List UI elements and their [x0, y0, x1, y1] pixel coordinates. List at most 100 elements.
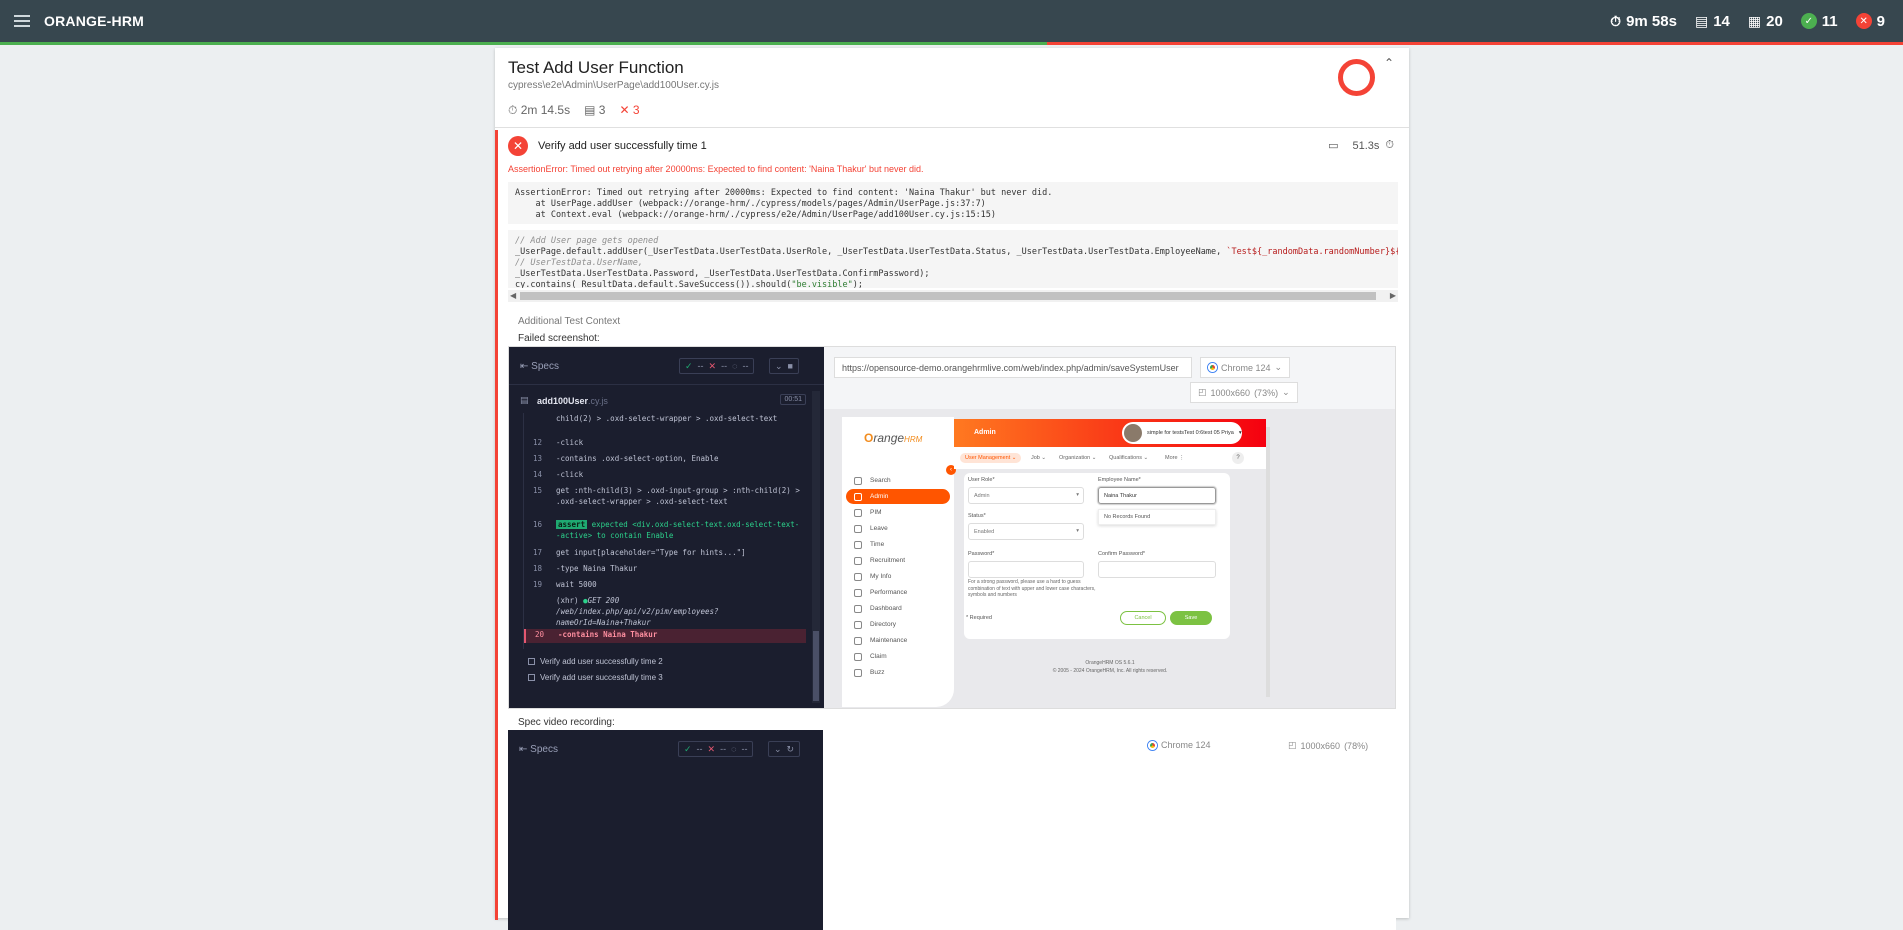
- specs-label: ⇤ Specs: [519, 744, 558, 755]
- sidebar-item-pim[interactable]: PIM: [846, 505, 950, 520]
- sidebar-item-recruitment[interactable]: Recruitment: [846, 553, 950, 568]
- chevron-up-icon[interactable]: ⌃: [1384, 56, 1394, 70]
- orangehrm-tabs: User Management ⌄ Job ⌄ Organization ⌄ Q…: [954, 447, 1266, 469]
- sidebar-item-dashboard[interactable]: Dashboard: [846, 601, 950, 616]
- tab-user-management[interactable]: User Management ⌄: [960, 453, 1022, 463]
- runner-controls[interactable]: ⌄ ■: [769, 358, 799, 374]
- add-user-form: User Role* Admin ▾ Employee Name* Naina T…: [964, 473, 1230, 639]
- caret-down-icon: ▾: [1076, 492, 1079, 498]
- check-icon: ✓: [685, 360, 693, 371]
- tab-qualifications[interactable]: Qualifications ⌄: [1104, 453, 1153, 463]
- reload-icon[interactable]: ↻: [787, 744, 795, 755]
- test-duration: ▭ 51.3s ⏱: [1328, 139, 1394, 152]
- password-input[interactable]: [968, 561, 1084, 578]
- suites-icon: ▤: [1694, 12, 1709, 29]
- runner-controls[interactable]: ⌄ ↻: [768, 741, 801, 757]
- specs-icon: ⇤: [520, 361, 529, 372]
- sidebar-item-admin[interactable]: Admin: [846, 489, 950, 504]
- orangehrm-footer: OrangeHRM OS 5.6.1 © 2005 - 2024 OrangeHR…: [1052, 660, 1168, 674]
- browser-selector[interactable]: Chrome 124 ⌄: [1200, 357, 1291, 378]
- tab-more[interactable]: More ⋮: [1160, 453, 1190, 463]
- user-dropdown[interactable]: simple for testsTest 0:6test 05 Priya ▾: [1122, 422, 1242, 444]
- save-button[interactable]: Save: [1170, 611, 1212, 625]
- sidebar-item-buzz[interactable]: Buzz: [846, 665, 950, 680]
- video-viewport: ◰ 1000x660 (78%): [1288, 740, 1369, 751]
- orangehrm-sidebar: OrangeHRM Search Admin PIM Leave Time Recruit…: [842, 417, 954, 707]
- spec-row[interactable]: ▤ add100User.cy.js 00:51: [509, 391, 814, 411]
- app-under-test-panel: https://opensource-demo.orangehrmlive.co…: [824, 347, 1395, 708]
- stat-suites[interactable]: ▤ 14: [1695, 13, 1730, 30]
- file-icon: ▤: [520, 395, 529, 405]
- stat-duration[interactable]: ⏱ 9m 58s: [1610, 13, 1677, 30]
- suite-file-path: cypress\e2e\Admin\UserPage\add100User.cy…: [508, 80, 720, 91]
- chevron-down-icon: ⌄: [1282, 387, 1290, 397]
- sidebar-item-maintenance[interactable]: Maintenance: [846, 633, 950, 648]
- aut-viewport: OrangeHRM Search Admin PIM Leave Time Recruit…: [824, 409, 1395, 708]
- menu-icon[interactable]: [14, 15, 30, 27]
- sidebar-item-time[interactable]: Time: [846, 537, 950, 552]
- confirm-password-input[interactable]: [1098, 561, 1216, 578]
- chevron-down-icon[interactable]: ⌄: [774, 744, 782, 755]
- command-log-scrollbar[interactable]: [812, 391, 820, 703]
- command-assert[interactable]: 16 assert expected <div.oxd-select-text.…: [524, 519, 806, 543]
- spec-video[interactable]: ⇤ Specs ✓ -- ✕ -- ◌ -- ⌄ ↻ Chrome 124 ◰ 1000x…: [508, 730, 1396, 930]
- fail-icon: ✕: [707, 743, 716, 754]
- test-code: // Add User page gets opened _UserPage.de…: [508, 230, 1398, 288]
- runner-counts: ✓ -- ✕ -- ◌ --: [678, 741, 754, 757]
- failed-screenshot[interactable]: ⇤ Specs ✓ -- ✕ -- ◌ -- ⌄ ■ ▤ add100User.cy.…: [508, 346, 1396, 709]
- sidebar-item-search[interactable]: Search: [846, 473, 950, 488]
- screenshot-label: Failed screenshot:: [518, 333, 600, 344]
- pass-fail-progress-bar: [0, 42, 1903, 45]
- help-icon[interactable]: ?: [1232, 452, 1244, 464]
- video-browser: Chrome 124: [1148, 740, 1211, 750]
- tab-organization[interactable]: Organization ⌄: [1054, 453, 1101, 463]
- required-note: * Required: [966, 615, 992, 621]
- command-failed[interactable]: 20 -contains Naina Thakur: [524, 629, 806, 643]
- sidebar-item-performance[interactable]: Performance: [846, 585, 950, 600]
- cypress-runner-panel: ⇤ Specs ✓ -- ✕ -- ◌ -- ⌄ ■ ▤ add100User.cy.…: [509, 347, 824, 708]
- aut-scrollbar[interactable]: [1266, 427, 1270, 697]
- stopwatch-icon: ⏱: [1385, 139, 1394, 151]
- tests-icon: ▤: [584, 103, 596, 117]
- scroll-right-icon[interactable]: ▶: [1390, 291, 1396, 300]
- stopwatch-icon: ⏱: [1610, 12, 1622, 29]
- suite-header: Test Add User Function cypress\e2e\Admin…: [495, 48, 1409, 128]
- tab-job[interactable]: Job ⌄: [1026, 453, 1051, 463]
- scrollbar-thumb[interactable]: [520, 292, 1376, 300]
- sidebar-item-leave[interactable]: Leave: [846, 521, 950, 536]
- test-title: Verify add user successfully time 1: [538, 140, 707, 152]
- stat-tests[interactable]: ▦ 20: [1748, 13, 1783, 30]
- suite-meta: ⏱ 2m 14.5s ▤ 3 ✕ 3: [508, 103, 640, 118]
- user-role-select[interactable]: Admin ▾: [968, 487, 1084, 504]
- status-select[interactable]: Enabled ▾: [968, 523, 1084, 540]
- stat-passed[interactable]: ✓ 11: [1800, 13, 1838, 30]
- test-header[interactable]: ✕ Verify add user successfully time 1 ▭ …: [508, 136, 1398, 158]
- suite-result-donut: [1338, 59, 1375, 96]
- code-horizontal-scrollbar[interactable]: ◀ ▶: [508, 290, 1398, 302]
- employee-name-input[interactable]: Naina Thakur: [1098, 487, 1216, 504]
- chevron-down-icon: ▾: [1238, 430, 1242, 436]
- chrome-icon: [1208, 363, 1217, 372]
- fail-icon: ✕: [619, 103, 630, 117]
- other-test-item[interactable]: Verify add user successfully time 2: [528, 657, 663, 666]
- sidebar-item-claim[interactable]: Claim: [846, 649, 950, 664]
- stop-icon[interactable]: ■: [788, 361, 793, 371]
- scroll-left-icon[interactable]: ◀: [510, 291, 516, 300]
- command-xhr[interactable]: (xhr) ●GET 200/web/index.php/api/v2/pim/…: [524, 595, 806, 627]
- pending-icon: ◌: [731, 744, 737, 754]
- fail-icon: ✕: [1855, 13, 1872, 29]
- comment-icon[interactable]: ▭: [1328, 139, 1338, 152]
- recruitment-icon: [854, 556, 862, 565]
- check-icon: ✓: [1800, 13, 1817, 29]
- other-test-item[interactable]: Verify add user successfully time 3: [528, 673, 663, 682]
- chevron-down-icon[interactable]: ⌄: [775, 361, 783, 372]
- cancel-button[interactable]: Cancel: [1120, 611, 1166, 625]
- stat-failed[interactable]: ✕ 9: [1855, 13, 1885, 30]
- error-message: AssertionError: Timed out retrying after…: [508, 164, 924, 174]
- sidebar-item-directory[interactable]: Directory: [846, 617, 950, 632]
- context-title: Additional Test Context: [518, 316, 621, 327]
- sidebar-item-my-info[interactable]: My Info: [846, 569, 950, 584]
- viewport-size[interactable]: ◰ 1000x660 (73%) ⌄: [1190, 382, 1298, 403]
- suite-title: Test Add User Function: [508, 58, 684, 77]
- spec-time: 00:51: [780, 394, 806, 405]
